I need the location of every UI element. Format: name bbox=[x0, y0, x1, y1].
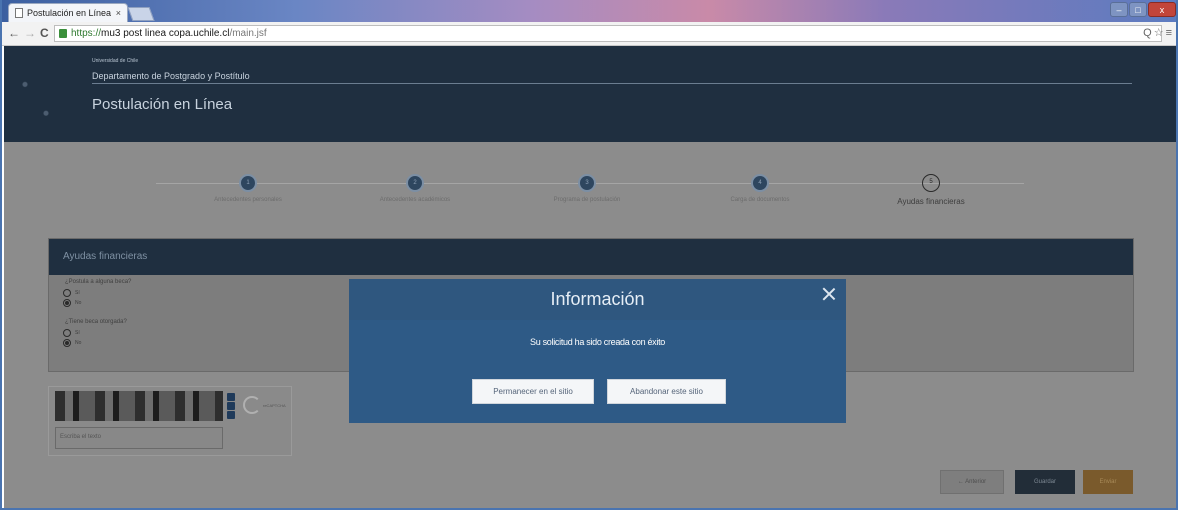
modal-title: Información bbox=[550, 289, 645, 309]
university-name: Universidad de Chile bbox=[92, 58, 139, 64]
close-window-button[interactable]: x bbox=[1148, 2, 1176, 17]
close-icon[interactable] bbox=[822, 287, 836, 301]
step-dot: 1 bbox=[239, 174, 257, 192]
captcha-audio-icon[interactable] bbox=[227, 402, 235, 410]
url-host: mu3 post linea copa.uchile.cl bbox=[101, 28, 230, 39]
title-bar: Postulación en Línea × – □ x bbox=[2, 0, 1176, 22]
captcha-help-icon[interactable] bbox=[227, 411, 235, 419]
question-granted-label: ¿Tiene beca otorgada? bbox=[65, 319, 127, 325]
new-tab-button[interactable] bbox=[127, 7, 155, 21]
recaptcha-label: reCAPTCHA bbox=[263, 403, 286, 408]
banner-divider bbox=[92, 83, 1132, 84]
captcha-image bbox=[55, 391, 223, 421]
step-dot: 4 bbox=[751, 174, 769, 192]
tab-title: Postulación en Línea bbox=[27, 8, 112, 18]
radio-granted-yes[interactable] bbox=[63, 329, 71, 337]
step-2[interactable]: 2 Antecedentes académicos bbox=[345, 174, 485, 203]
forward-arrow-icon[interactable]: → bbox=[24, 26, 36, 40]
step-1[interactable]: 1 Antecedentes personales bbox=[178, 174, 318, 203]
minimize-button[interactable]: – bbox=[1110, 2, 1128, 17]
step-label: Carga de documentos bbox=[730, 197, 790, 203]
maximize-button[interactable]: □ bbox=[1129, 2, 1147, 17]
radio-label: Sí bbox=[75, 290, 80, 296]
page-title: Postulación en Línea bbox=[92, 96, 233, 113]
browser-tab[interactable]: Postulación en Línea × bbox=[8, 3, 128, 22]
address-bar[interactable]: https://mu3 post linea copa.uchile.cl/ma… bbox=[54, 25, 1162, 42]
step-dot-current: 5 bbox=[922, 174, 940, 192]
captcha-widget: reCAPTCHA Escriba el texto bbox=[48, 386, 292, 456]
browser-menu-icons[interactable]: Q☆≡ bbox=[1143, 26, 1174, 39]
captcha-input[interactable]: Escriba el texto bbox=[55, 427, 223, 449]
back-button[interactable]: ← Anterior bbox=[940, 470, 1004, 494]
section-title: Ayudas financieras bbox=[49, 239, 1133, 275]
page-icon bbox=[15, 8, 23, 18]
site-banner: Universidad de Chile Departamento de Pos… bbox=[4, 46, 1176, 142]
modal-body bbox=[349, 320, 846, 423]
lock-icon bbox=[59, 29, 67, 38]
window-controls: – □ x bbox=[1110, 2, 1176, 17]
step-dot: 3 bbox=[578, 174, 596, 192]
tab-close-icon[interactable]: × bbox=[116, 8, 121, 18]
url-path: /main.jsf bbox=[229, 28, 267, 39]
stay-button[interactable]: Permanecer en el sitio bbox=[472, 379, 594, 404]
step-4[interactable]: 4 Carga de documentos bbox=[690, 174, 830, 203]
step-label: Antecedentes académicos bbox=[379, 197, 451, 203]
browser-toolbar: ← → C https://mu3 post linea copa.uchile… bbox=[2, 22, 1176, 46]
step-3[interactable]: 3 Programa de postulación bbox=[517, 174, 657, 203]
save-button[interactable]: Guardar bbox=[1015, 470, 1075, 494]
step-label-current: Ayudas financieras bbox=[897, 197, 965, 206]
submit-button[interactable]: Enviar bbox=[1083, 470, 1133, 494]
reload-icon[interactable]: C bbox=[40, 26, 49, 40]
info-modal: Información Su solicitud ha sido creada … bbox=[349, 279, 846, 423]
department-name: Departamento de Postgrado y Postítulo bbox=[92, 71, 250, 81]
step-dot: 2 bbox=[406, 174, 424, 192]
radio-scholarship-no[interactable] bbox=[63, 299, 71, 307]
radio-granted-no[interactable] bbox=[63, 339, 71, 347]
radio-label: No bbox=[75, 300, 82, 306]
question-scholarship-label: ¿Postula a alguna beca? bbox=[65, 279, 132, 285]
browser-window: Postulación en Línea × – □ x ← → C https… bbox=[0, 0, 1178, 510]
modal-message: Su solicitud ha sido creada con éxito bbox=[530, 337, 665, 347]
radio-label: Sí bbox=[75, 330, 80, 336]
step-5[interactable]: 5 Ayudas financieras bbox=[861, 174, 1001, 206]
recaptcha-logo-icon bbox=[243, 396, 261, 414]
captcha-refresh-icon[interactable] bbox=[227, 393, 235, 401]
step-label: Antecedentes personales bbox=[214, 197, 282, 203]
leave-button[interactable]: Abandonar este sitio bbox=[607, 379, 726, 404]
step-label: Programa de postulación bbox=[553, 197, 621, 203]
back-button-label: Anterior bbox=[965, 479, 987, 485]
radio-scholarship-yes[interactable] bbox=[63, 289, 71, 297]
radio-label: No bbox=[75, 340, 82, 346]
back-arrow-icon[interactable]: ← bbox=[8, 26, 20, 40]
page-content: Universidad de Chile Departamento de Pos… bbox=[4, 46, 1176, 508]
url-scheme: https:// bbox=[71, 28, 102, 39]
university-crest-icon bbox=[4, 46, 74, 142]
captcha-controls bbox=[227, 393, 235, 420]
